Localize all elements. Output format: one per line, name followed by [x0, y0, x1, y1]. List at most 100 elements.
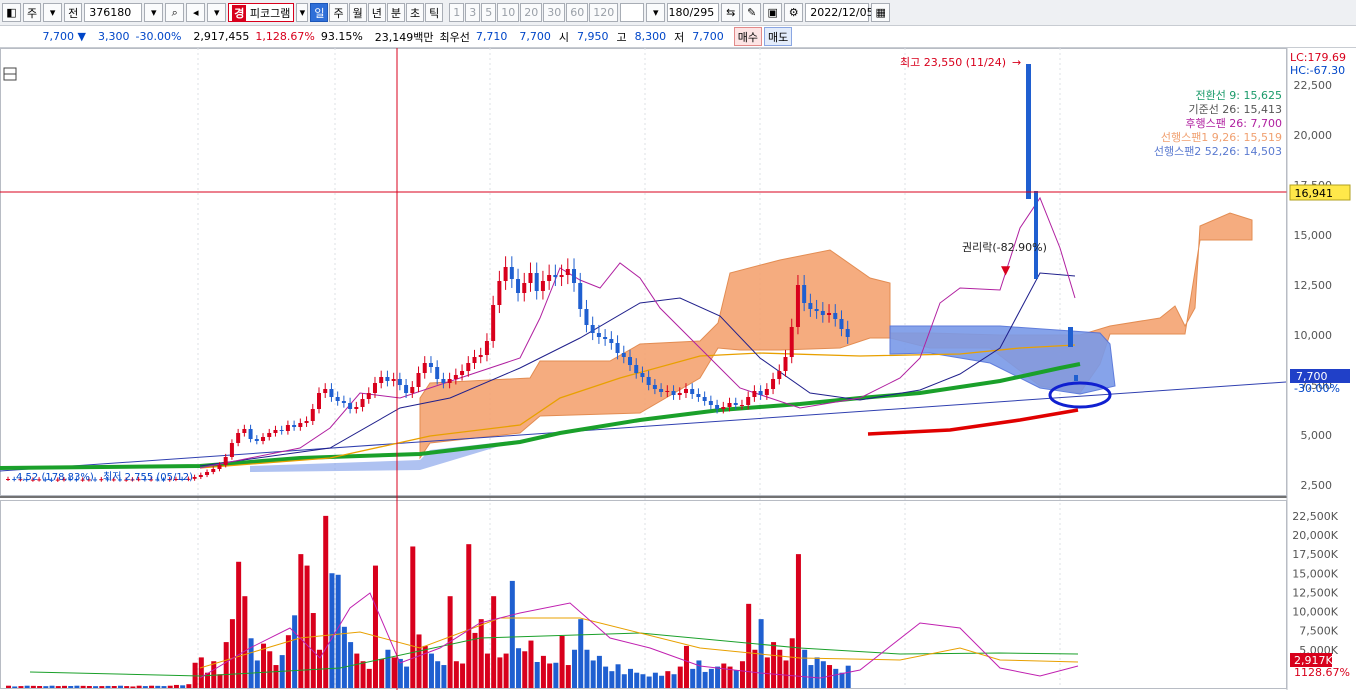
- candle-body: [727, 403, 732, 407]
- draw-tool-icon[interactable]: ✎: [742, 3, 762, 22]
- legend-tenkan: 전환선 9: 15,625: [1195, 89, 1282, 102]
- tab-minute-5[interactable]: 5: [481, 3, 497, 22]
- volume-bar: [124, 686, 130, 688]
- quote-bar: 7,700 ▼ 3,300 -30.00% 2,917,455 1,128.67…: [0, 26, 1356, 48]
- tab-period-4[interactable]: 분: [386, 3, 405, 22]
- compare-icon[interactable]: ⇆: [721, 3, 741, 22]
- sell-button[interactable]: 매도: [764, 27, 793, 46]
- candle-body: [708, 401, 713, 405]
- volume-tick: 17,500K: [1292, 548, 1338, 561]
- program-label: 피코그램: [249, 6, 291, 20]
- candle-body: [665, 391, 670, 392]
- speaker-icon[interactable]: ◂: [186, 3, 206, 22]
- volume-bar: [186, 684, 192, 688]
- prev-button[interactable]: 전: [64, 3, 83, 22]
- change-rate: -30.00%: [135, 30, 182, 43]
- low-annotation: 4,52 (178,83%): [16, 472, 94, 483]
- candle-body: [453, 375, 458, 379]
- candle-body: [211, 469, 216, 472]
- tab-period-5[interactable]: 초: [405, 3, 425, 22]
- search-icon[interactable]: ⌕: [165, 3, 185, 22]
- volume-bar: [248, 638, 254, 688]
- volume-bar: [702, 671, 708, 688]
- volume-bar: [354, 653, 360, 688]
- price-tick: 22,500: [1294, 79, 1333, 92]
- volume-bar: [547, 663, 553, 688]
- calendar-icon[interactable]: ▦: [871, 3, 891, 22]
- candle-body: [348, 403, 353, 409]
- buy-button[interactable]: 매수: [733, 27, 763, 46]
- volume-bar: [665, 671, 671, 688]
- volume-bar: [509, 580, 515, 688]
- window-icon[interactable]: ◧: [2, 3, 21, 22]
- tab-minute-60[interactable]: 60: [566, 3, 589, 22]
- volume-bars: [6, 515, 1079, 688]
- tab-period-2[interactable]: 월: [348, 3, 367, 22]
- tab-minute-120[interactable]: 120: [589, 3, 619, 22]
- tab-minute-3[interactable]: 3: [465, 3, 481, 22]
- volume-tick: 22,500K: [1292, 510, 1338, 523]
- volume-bar: [198, 657, 204, 688]
- tab-period-6[interactable]: 틱: [425, 3, 444, 22]
- candle-body: [721, 407, 726, 409]
- range-display[interactable]: 180/295: [667, 3, 720, 22]
- candle-body: [447, 379, 452, 383]
- minute-tabs: 1 3 5 10 20 30 60 120: [449, 3, 619, 22]
- volume-bar: [839, 672, 845, 688]
- volume-bar: [298, 554, 304, 688]
- program-selector[interactable]: 경 피코그램: [228, 3, 295, 22]
- volume-bar: [149, 685, 155, 688]
- volume-bar: [180, 685, 186, 688]
- tab-period-3[interactable]: 년: [367, 3, 386, 22]
- volume-bar: [217, 674, 223, 688]
- low-label: 저: [674, 30, 685, 44]
- volume-bar: [111, 686, 117, 688]
- candle-body: [379, 377, 384, 383]
- volume-bar: [540, 655, 546, 688]
- chevron-down-icon[interactable]: ▾: [296, 3, 309, 22]
- candle-body: [559, 275, 564, 277]
- volume-bar: [416, 634, 422, 688]
- candle-body: [634, 365, 639, 373]
- candle-body: [242, 429, 247, 433]
- tab-minute-20[interactable]: 20: [520, 3, 543, 22]
- chevron-down-icon[interactable]: ▾: [646, 3, 666, 22]
- tab-minute-10[interactable]: 10: [497, 3, 520, 22]
- ichimoku-cloud: [0, 212, 1287, 472]
- volume-bar: [68, 686, 74, 688]
- volume-bar: [578, 619, 584, 688]
- candle-body: [317, 393, 321, 409]
- chevron-down-icon[interactable]: ▾: [207, 3, 227, 22]
- price-tick: 12,500: [1294, 279, 1333, 292]
- candle-body: [652, 385, 657, 389]
- candle-body: [702, 397, 707, 401]
- dropdown-icon[interactable]: ▾: [144, 3, 164, 22]
- volume-bar: [93, 686, 99, 688]
- gear-icon[interactable]: ⚙: [784, 3, 804, 22]
- tab-minute-30[interactable]: 30: [543, 3, 566, 22]
- volume-bar: [74, 685, 80, 688]
- tab-minute-1[interactable]: 1: [449, 3, 465, 22]
- candle-body: [248, 429, 253, 439]
- date-input[interactable]: 2022/12/05: [805, 3, 874, 22]
- low-value: 7,700: [692, 30, 724, 43]
- lc-label: LC:179.69: [1290, 51, 1346, 64]
- candle-body: [715, 405, 720, 409]
- candle-body: [223, 457, 228, 465]
- tab-period-0[interactable]: 일: [310, 3, 329, 22]
- legend-senkou2: 선행스팬2 52,26: 14,503: [1154, 145, 1282, 158]
- best-label: 최우선: [439, 30, 470, 44]
- volume-bar: [360, 661, 366, 688]
- volume-bar: [105, 685, 111, 688]
- candle-body: [833, 313, 838, 319]
- stock-code-input[interactable]: 376180: [84, 3, 143, 22]
- period-dropdown[interactable]: 주: [23, 3, 42, 22]
- tab-period-1[interactable]: 주: [329, 3, 348, 22]
- chevron-down-icon[interactable]: ▾: [43, 3, 63, 22]
- candle-body: [428, 363, 433, 367]
- stock-chart[interactable]: 최고 23,550 (11/24) → 권리락(-82.90%) ▼ 4,52 (178…: [0, 48, 1356, 690]
- candle-body: [422, 363, 427, 373]
- custom-minute-input[interactable]: [620, 3, 645, 22]
- candle-body: [323, 389, 328, 393]
- save-icon[interactable]: ▣: [763, 3, 783, 22]
